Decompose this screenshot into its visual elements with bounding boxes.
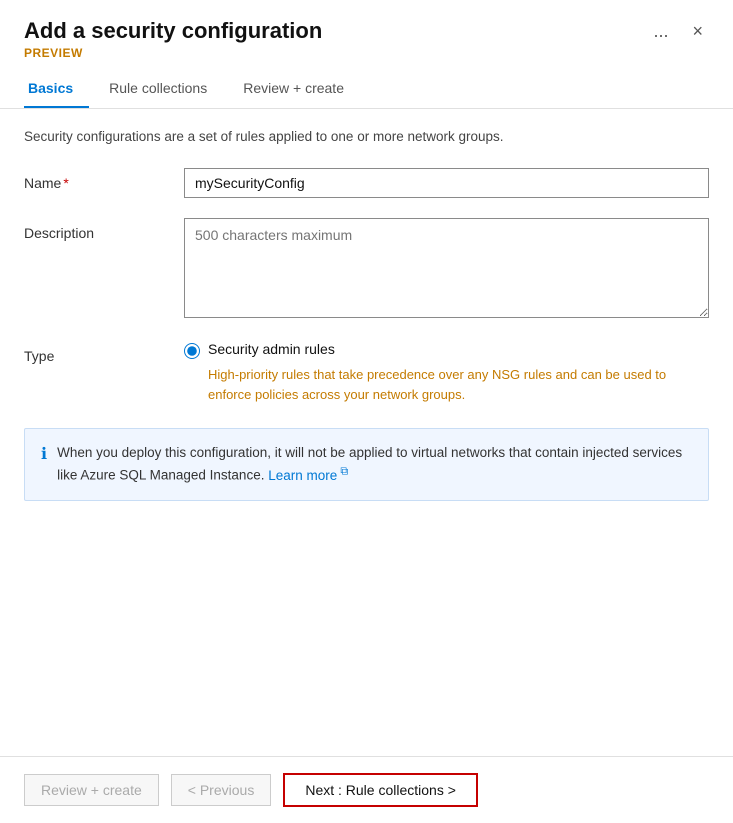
name-input[interactable] [184,168,709,198]
close-button[interactable]: × [686,19,709,44]
info-icon: ℹ [41,444,47,464]
panel-title: Add a security configuration [24,18,322,44]
learn-more-link[interactable]: Learn more ⧉ [268,468,348,483]
name-label: Name* [24,168,184,191]
panel-footer: Review + create < Previous Next : Rule c… [0,756,733,823]
panel-header: Add a security configuration ... × PREVI… [0,0,733,109]
tab-rule-collections[interactable]: Rule collections [105,70,223,108]
title-actions: ... × [647,19,709,44]
previous-button[interactable]: < Previous [171,774,272,806]
name-control-wrap [184,168,709,198]
description-row: Description [24,218,709,321]
panel-body: Security configurations are a set of rul… [0,109,733,756]
radio-label[interactable]: Security admin rules [208,341,335,357]
name-row: Name* [24,168,709,198]
form-description: Security configurations are a set of rul… [24,129,709,144]
tabs: Basics Rule collections Review + create [24,70,709,108]
description-label: Description [24,218,184,241]
type-control-wrap: Security admin rules High-priority rules… [184,341,709,404]
description-textarea[interactable] [184,218,709,318]
info-box: ℹ When you deploy this configuration, it… [24,428,709,501]
description-control-wrap [184,218,709,321]
tab-review-create[interactable]: Review + create [239,70,360,108]
radio-row: Security admin rules [184,341,709,359]
type-row: Type Security admin rules High-priority … [24,341,709,404]
ellipsis-button[interactable]: ... [647,19,674,44]
radio-description: High-priority rules that take precedence… [208,365,709,404]
security-admin-radio[interactable] [184,343,200,359]
info-text: When you deploy this configuration, it w… [57,443,692,486]
next-button[interactable]: Next : Rule collections > [283,773,478,807]
external-link-icon: ⧉ [337,465,348,477]
type-label: Type [24,341,184,364]
required-star: * [63,175,68,191]
review-create-button[interactable]: Review + create [24,774,159,806]
title-row: Add a security configuration ... × [24,18,709,44]
panel: Add a security configuration ... × PREVI… [0,0,733,823]
preview-label: PREVIEW [24,46,709,60]
tab-basics[interactable]: Basics [24,70,89,108]
